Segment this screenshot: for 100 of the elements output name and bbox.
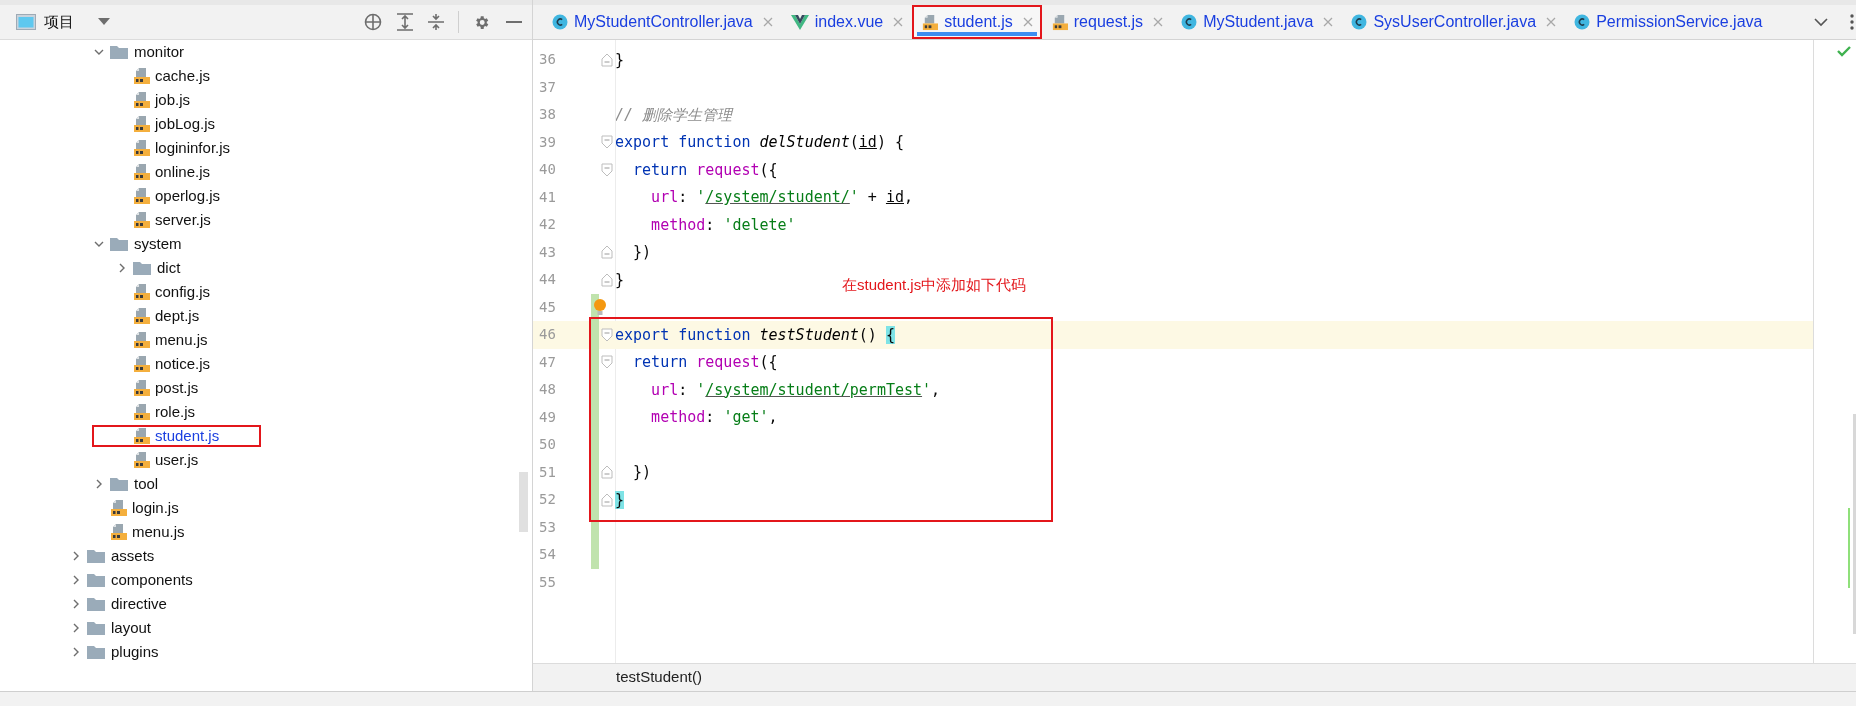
- tree-item[interactable]: post.js: [155, 376, 199, 400]
- tree-item[interactable]: online.js: [155, 160, 211, 184]
- breadcrumb[interactable]: testStudent(): [616, 666, 702, 689]
- tree-item[interactable]: layout: [111, 616, 152, 640]
- fold-marker-icon[interactable]: [601, 245, 613, 260]
- scrollbar-thumb[interactable]: [519, 472, 528, 532]
- editor-tab[interactable]: PermissionService.java: [1565, 5, 1772, 39]
- tree-item[interactable]: server.js: [155, 208, 211, 232]
- tree-item[interactable]: logininfor.js: [155, 136, 231, 160]
- tab-label: index.vue: [814, 12, 884, 32]
- tree-item[interactable]: student.js: [155, 424, 220, 448]
- line-number: 48: [538, 380, 557, 400]
- editor-tab[interactable]: index.vue: [781, 5, 913, 39]
- folder-icon: [109, 236, 129, 252]
- fold-marker-icon[interactable]: [601, 135, 613, 150]
- js-file-icon: [132, 283, 150, 301]
- code-comment: // 删除学生管理: [615, 104, 733, 126]
- line-number: 54: [538, 545, 557, 565]
- class-icon: [1181, 14, 1198, 30]
- tree-item[interactable]: menu.js: [155, 328, 208, 352]
- tab-label: student.js: [944, 12, 1013, 32]
- lightbulb-icon[interactable]: [593, 297, 607, 316]
- tree-item[interactable]: login.js: [132, 496, 179, 520]
- line-number: 43: [538, 242, 557, 262]
- tree-item[interactable]: plugins: [111, 640, 159, 664]
- js-file-icon: [132, 307, 150, 325]
- tree-item[interactable]: menu.js: [132, 520, 185, 544]
- fold-marker-icon[interactable]: [601, 52, 613, 67]
- tree-item[interactable]: operlog.js: [155, 184, 221, 208]
- fold-marker-icon[interactable]: [601, 492, 613, 507]
- js-file-icon: [132, 427, 150, 445]
- more-icon[interactable]: [1850, 14, 1854, 30]
- tree-item[interactable]: assets: [111, 544, 155, 568]
- locate-icon[interactable]: [364, 13, 382, 31]
- dropdown-caret-icon[interactable]: [98, 18, 110, 26]
- line-number: 42: [538, 215, 557, 235]
- fold-marker-icon[interactable]: [601, 327, 613, 342]
- close-icon[interactable]: [1323, 17, 1334, 27]
- tree-item[interactable]: user.js: [155, 448, 199, 472]
- js-file-icon: [109, 523, 127, 541]
- editor-tab[interactable]: request.js: [1041, 5, 1173, 39]
- tab-label: PermissionService.java: [1596, 12, 1763, 32]
- editor-tab[interactable]: SysUserController.java: [1342, 5, 1566, 39]
- editor-tab[interactable]: student.js: [912, 5, 1042, 39]
- code-line: }): [632, 242, 652, 263]
- close-icon[interactable]: [1546, 17, 1557, 27]
- tree-item[interactable]: directive: [111, 592, 167, 616]
- fold-marker-icon[interactable]: [601, 465, 613, 480]
- panel-title[interactable]: 项目: [44, 10, 74, 34]
- editor-tab[interactable]: MyStudent.java: [1172, 5, 1343, 39]
- tree-item[interactable]: config.js: [155, 280, 211, 304]
- close-icon[interactable]: [762, 17, 773, 27]
- tree-item[interactable]: components: [111, 568, 193, 592]
- expand-all-icon[interactable]: [397, 13, 413, 31]
- tree-item[interactable]: job.js: [155, 88, 191, 112]
- line-number: 46: [538, 325, 557, 345]
- line-number: 52: [538, 490, 557, 510]
- js-file-icon: [132, 67, 150, 85]
- folder-icon: [86, 548, 106, 564]
- minimize-icon[interactable]: [506, 20, 522, 24]
- line-number: 49: [538, 407, 557, 427]
- close-icon[interactable]: [893, 17, 904, 27]
- code-line: return request({: [632, 352, 778, 373]
- tree-item[interactable]: role.js: [155, 400, 195, 424]
- folder-icon: [86, 572, 106, 588]
- fold-marker-icon[interactable]: [601, 272, 613, 287]
- code-line: }: [615, 49, 625, 71]
- fold-marker-icon[interactable]: [601, 162, 613, 177]
- tree-item[interactable]: dept.js: [155, 304, 200, 328]
- annotation-text: 在student.js中添加如下代码: [842, 275, 1027, 295]
- code-line: url: '/system/student/permTest',: [650, 379, 941, 401]
- collapse-all-icon[interactable]: [428, 13, 444, 31]
- close-icon[interactable]: [1022, 17, 1033, 27]
- window-icon: [16, 14, 36, 30]
- tree-item[interactable]: tool: [134, 472, 159, 496]
- editor-tab[interactable]: MyStudentController.java: [543, 5, 782, 39]
- line-number: 39: [538, 132, 557, 152]
- tree-item[interactable]: monitor: [134, 40, 185, 64]
- tree-item[interactable]: jobLog.js: [155, 112, 216, 136]
- settings-icon[interactable]: [473, 13, 490, 31]
- tree-item[interactable]: notice.js: [155, 352, 211, 376]
- tree-item[interactable]: cache.js: [155, 64, 211, 88]
- chevron-down-icon[interactable]: [1814, 17, 1828, 27]
- code-line: }): [632, 462, 652, 483]
- js-file-icon: [132, 211, 150, 229]
- close-icon[interactable]: [1153, 17, 1164, 27]
- js-file-icon: [132, 355, 150, 373]
- folder-icon: [109, 44, 129, 60]
- js-file-icon: [132, 139, 150, 157]
- js-file-icon: [132, 451, 150, 469]
- code-line: }: [615, 269, 625, 291]
- tree-item[interactable]: system: [134, 232, 182, 256]
- code-line: url: '/system/student/' + id,: [650, 187, 914, 208]
- js-file-icon: [109, 499, 127, 517]
- tree-item[interactable]: dict: [157, 256, 181, 280]
- js-file-icon: [921, 13, 939, 31]
- scrollbar-thumb[interactable]: [1853, 414, 1856, 634]
- folder-icon: [86, 620, 106, 636]
- js-file-icon: [132, 331, 150, 349]
- fold-marker-icon[interactable]: [601, 355, 613, 370]
